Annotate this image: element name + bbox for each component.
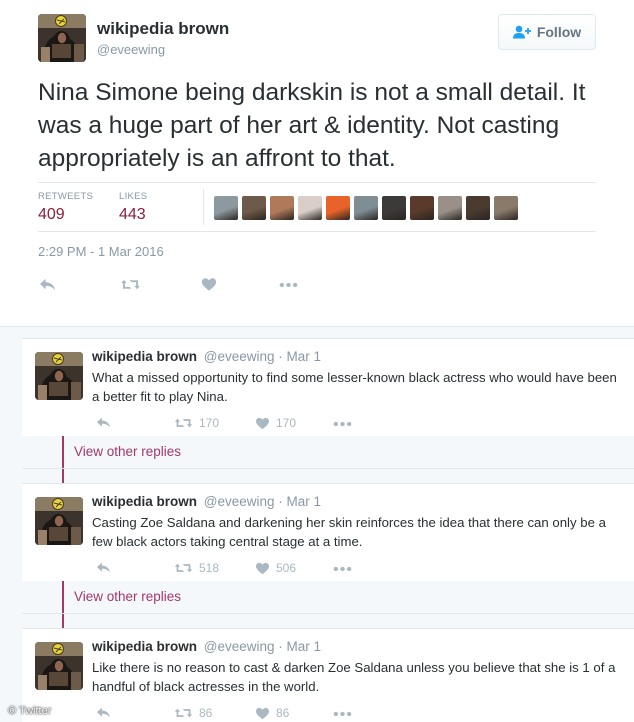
avatar[interactable]: [38, 14, 86, 62]
retweets-label: RETWEETS: [38, 191, 94, 202]
stats-divider: [203, 189, 204, 225]
reply-button[interactable]: [38, 277, 57, 292]
reply-text: Casting Zoe Saldana and darkening her sk…: [92, 515, 606, 549]
heart-icon: [255, 417, 270, 430]
more-button[interactable]: [333, 421, 352, 427]
more-icon: [333, 711, 352, 717]
tweet-text: Nina Simone being darkskin is not a smal…: [38, 79, 586, 172]
reply-meta[interactable]: @eveewing · Mar 1: [204, 349, 321, 364]
retweets-count: 409: [38, 206, 65, 223]
reply-icon: [95, 706, 112, 719]
liker-avatar[interactable]: [270, 196, 294, 220]
user-plus-icon: [512, 25, 531, 39]
like-count: 170: [276, 416, 297, 430]
more-button[interactable]: [279, 282, 298, 288]
tweet-timestamp[interactable]: 2:29 PM - 1 Mar 2016: [38, 244, 164, 259]
liker-avatar[interactable]: [214, 196, 238, 220]
liker-avatar[interactable]: [242, 196, 266, 220]
more-icon: [333, 566, 352, 572]
reply-actions: 170 170: [92, 416, 392, 434]
liker-avatar[interactable]: [410, 196, 434, 220]
likes-label: LIKES: [119, 191, 148, 202]
reply-header: wikipedia brown @eveewing · Mar 1: [92, 494, 321, 509]
retweet-icon: [174, 706, 193, 720]
liker-avatar[interactable]: [382, 196, 406, 220]
liker-avatar[interactable]: [494, 196, 518, 220]
liker-avatars: [214, 196, 518, 220]
view-other-replies-link[interactable]: View other replies: [74, 589, 181, 604]
more-button[interactable]: [333, 711, 352, 717]
more-button[interactable]: [333, 566, 352, 572]
reply-header: wikipedia brown @eveewing · Mar 1: [92, 349, 321, 364]
replies-section: wikipedia brown @eveewing · Mar 1 What a…: [0, 326, 634, 722]
reply-actions: 86 86: [92, 706, 392, 722]
heart-icon: [255, 707, 270, 720]
retweet-count: 518: [199, 561, 220, 575]
like-count: 506: [276, 561, 297, 575]
like-button[interactable]: 86: [255, 706, 289, 720]
reply-author-name[interactable]: wikipedia brown: [92, 639, 197, 654]
reply-author-name[interactable]: wikipedia brown: [92, 349, 197, 364]
reply-meta[interactable]: @eveewing · Mar 1: [204, 494, 321, 509]
more-icon: [333, 421, 352, 427]
liker-avatar[interactable]: [354, 196, 378, 220]
liker-avatar[interactable]: [438, 196, 462, 220]
retweet-count: 170: [199, 416, 220, 430]
like-button[interactable]: [201, 277, 217, 292]
follow-label: Follow: [536, 24, 582, 40]
reply-icon: [95, 561, 112, 574]
profile-photo-icon: [35, 352, 83, 400]
reply-button[interactable]: [95, 416, 112, 429]
user-handle[interactable]: @eveewing: [97, 42, 165, 57]
likes-stat[interactable]: LIKES 443: [119, 191, 147, 224]
retweet-button[interactable]: 518: [174, 561, 219, 575]
retweet-button[interactable]: [120, 277, 141, 292]
reply-text: What a missed opportunity to find some l…: [92, 370, 617, 404]
profile-photo-icon: [38, 14, 86, 62]
view-other-replies-link[interactable]: View other replies: [74, 444, 181, 459]
retweet-icon: [174, 561, 193, 575]
retweet-button[interactable]: 170: [174, 416, 219, 430]
twitter-watermark: © Twitter: [8, 705, 52, 717]
reply-meta[interactable]: @eveewing · Mar 1: [204, 639, 321, 654]
reply-button[interactable]: [95, 706, 112, 719]
avatar[interactable]: [35, 352, 83, 400]
retweets-stat[interactable]: RETWEETS 409: [38, 191, 93, 224]
retweet-icon: [120, 277, 141, 292]
heart-icon: [201, 277, 217, 292]
retweet-button[interactable]: 86: [174, 706, 212, 720]
reply-text: Like there is no reason to cast & darken…: [92, 660, 616, 694]
reply-header: wikipedia brown @eveewing · Mar 1: [92, 639, 321, 654]
reply-icon: [95, 416, 112, 429]
avatar[interactable]: [35, 497, 83, 545]
reply-icon: [38, 277, 57, 292]
like-count: 86: [276, 706, 290, 720]
divider: [22, 468, 634, 469]
profile-photo-icon: [35, 642, 83, 690]
follow-button[interactable]: Follow: [498, 14, 596, 50]
liker-avatar[interactable]: [326, 196, 350, 220]
main-tweet: wikipedia brown @eveewing Follow Nina Si…: [0, 0, 634, 326]
reply-actions: 518 506: [92, 561, 392, 579]
reply-tweet[interactable]: wikipedia brown @eveewing · Mar 1 Castin…: [22, 483, 634, 581]
more-icon: [279, 282, 298, 288]
likes-count: 443: [119, 206, 146, 223]
profile-photo-icon: [35, 497, 83, 545]
retweet-count: 86: [199, 706, 213, 720]
like-button[interactable]: 170: [255, 416, 296, 430]
liker-avatar[interactable]: [466, 196, 490, 220]
reply-tweet[interactable]: wikipedia brown @eveewing · Mar 1 Like t…: [22, 628, 634, 722]
display-name[interactable]: wikipedia brown: [97, 19, 229, 39]
reply-tweet[interactable]: wikipedia brown @eveewing · Mar 1 What a…: [22, 338, 634, 436]
reply-author-name[interactable]: wikipedia brown: [92, 494, 197, 509]
divider: [22, 613, 634, 614]
tweet-stats: RETWEETS 409 LIKES 443: [38, 182, 596, 232]
liker-avatar[interactable]: [298, 196, 322, 220]
like-button[interactable]: 506: [255, 561, 296, 575]
retweet-icon: [174, 416, 193, 430]
heart-icon: [255, 562, 270, 575]
tweet-actions: [38, 275, 338, 295]
avatar[interactable]: [35, 642, 83, 690]
reply-button[interactable]: [95, 561, 112, 574]
